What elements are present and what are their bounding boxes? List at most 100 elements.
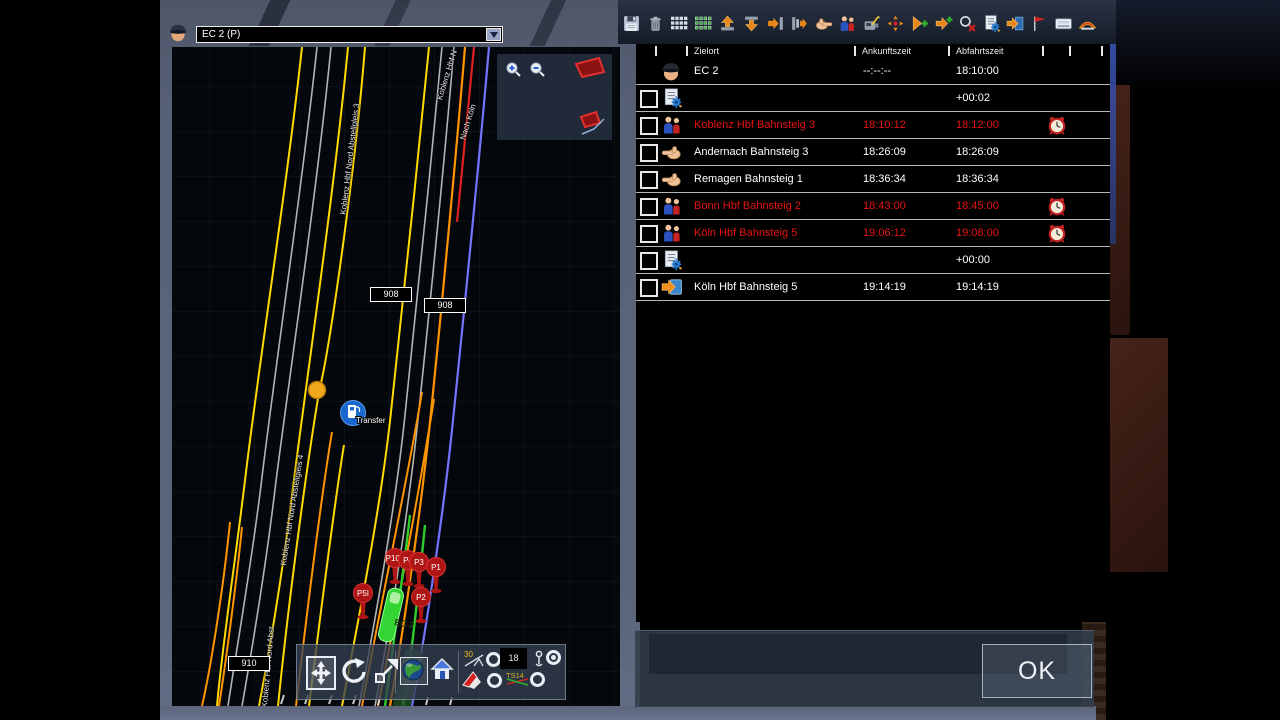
driver-avatar [166, 20, 190, 44]
marker-radio[interactable] [546, 650, 561, 665]
cell-abf: 18:45:00 [956, 193, 999, 219]
timetable-row[interactable]: Köln Hbf Bahnsteig 519:14:1919:14:19 [636, 274, 1110, 301]
timetable-row[interactable]: Andernach Bahnsteig 318:26:0918:26:09 [636, 139, 1110, 166]
waypoint-dot[interactable] [309, 382, 326, 399]
cell-ank: 18:26:09 [863, 139, 906, 165]
zoom-in-button[interactable] [505, 61, 523, 79]
flag-icon[interactable] [1030, 11, 1049, 35]
minimap-overlay [497, 54, 612, 140]
ok-button[interactable]: OK [982, 644, 1092, 698]
column-abfahrtszeit: Abfahrtszeit [956, 46, 1004, 56]
raise-icon[interactable] [718, 11, 737, 35]
grid-green-icon[interactable] [694, 11, 713, 35]
row-checkbox[interactable] [640, 252, 658, 270]
destination-icon [661, 275, 683, 304]
hud-divider [458, 651, 459, 693]
cell-ank: 18:10:12 [863, 112, 906, 138]
cell-ank: 19:06:12 [863, 220, 906, 246]
background-building [1104, 338, 1168, 572]
waypoint-hand-icon[interactable] [814, 11, 833, 35]
row-checkbox[interactable] [640, 198, 658, 216]
compass-icon [461, 669, 485, 696]
row-checkbox[interactable] [640, 279, 658, 297]
timetable-row[interactable]: Koblenz Hbf Bahnsteig 318:10:1218:12:00 [636, 112, 1110, 139]
row-checkbox[interactable] [640, 144, 658, 162]
add-driver-icon[interactable] [910, 11, 929, 35]
gradient-radio[interactable] [486, 652, 501, 667]
timetable-row[interactable]: EC 2--:--:--18:10:00 [636, 58, 1110, 85]
home-view-button[interactable] [430, 657, 454, 688]
timetable-row[interactable]: +00:02 [636, 85, 1110, 112]
row-checkbox[interactable] [640, 90, 658, 108]
cell-abf: 18:26:09 [956, 139, 999, 165]
insert-after-icon[interactable] [790, 11, 809, 35]
signal-label[interactable]: 908 [424, 298, 466, 313]
refuel-icon[interactable] [862, 11, 881, 35]
platform-marker[interactable]: P1 [427, 558, 446, 594]
timetable-panel: Zielort Ankunftszeit Abfahrtszeit EC 2--… [636, 44, 1110, 622]
cell-abf: 18:36:34 [956, 166, 999, 192]
track-lines: EC 2 Transfer P104 P4 P3 [172, 47, 620, 706]
timetable-row[interactable]: Bonn Hbf Bahnsteig 218:43:0018:45:00 [636, 193, 1110, 220]
timetable-row[interactable]: +00:00 [636, 247, 1110, 274]
signal-label[interactable]: 910 [228, 656, 270, 671]
cell-abf: +00:02 [956, 85, 990, 111]
passengers-icon [661, 194, 683, 223]
lower-icon[interactable] [742, 11, 761, 35]
cell-ziel: Remagen Bahnsteig 1 [694, 166, 803, 192]
passengers-icon[interactable] [838, 11, 857, 35]
late-clock-icon [1046, 114, 1068, 140]
main-toolbar [622, 9, 1114, 37]
hand-icon [661, 140, 683, 169]
keypad-icon[interactable] [1054, 11, 1073, 35]
instructions-icon[interactable] [982, 11, 1001, 35]
world-view-button[interactable] [400, 657, 428, 685]
driver-icon [658, 58, 684, 88]
svg-text:P5I: P5I [357, 589, 369, 598]
cell-ank: --:--:-- [863, 58, 891, 84]
signal-label[interactable]: 908 [370, 287, 412, 302]
map-hud: 30 18 TS14 [296, 644, 566, 700]
passengers-icon [661, 221, 683, 250]
row-checkbox[interactable] [640, 171, 658, 189]
hud-divider [395, 651, 396, 693]
insert-before-icon[interactable] [766, 11, 785, 35]
pan-tool-button[interactable] [306, 656, 336, 690]
late-clock-icon [1046, 195, 1068, 221]
rotate-tool-button[interactable] [340, 656, 368, 691]
cell-ank: 18:36:34 [863, 166, 906, 192]
track-map[interactable]: EC 2 Transfer P104 P4 P3 [172, 47, 620, 706]
add-service-icon[interactable] [934, 11, 953, 35]
cell-abf: 18:10:00 [956, 58, 999, 84]
save-icon[interactable] [622, 11, 641, 35]
backdrop-bottom [160, 706, 1096, 720]
counter-value[interactable]: 18 [500, 648, 527, 669]
platform-marker[interactable]: P5I [354, 584, 373, 620]
chevron-down-icon[interactable] [486, 28, 501, 41]
timetable-row[interactable]: Remagen Bahnsteig 1 18:36:34 18:36:34 [636, 166, 1110, 193]
zoom-out-button[interactable] [529, 61, 547, 79]
portal-icon[interactable] [1078, 11, 1097, 35]
service-selector[interactable]: EC 2 (P) [196, 26, 503, 43]
ts-marker-icon: TS14 [504, 669, 532, 693]
compass-radio[interactable] [487, 673, 502, 688]
late-clock-icon [1046, 222, 1068, 248]
svg-text:TS14: TS14 [506, 671, 524, 680]
clear-search-icon[interactable] [958, 11, 977, 35]
go-to-icon[interactable] [1006, 11, 1025, 35]
scatter-icon[interactable] [886, 11, 905, 35]
cell-ziel: Koblenz Hbf Bahnsteig 3 [694, 112, 815, 138]
ts-marker-radio[interactable] [530, 672, 545, 687]
cell-abf: 19:14:19 [956, 274, 999, 300]
train-ec2[interactable] [377, 587, 405, 643]
row-checkbox[interactable] [640, 225, 658, 243]
service-selector-value: EC 2 (P) [202, 29, 240, 40]
row-checkbox[interactable] [640, 117, 658, 135]
dialog-panel: OK [635, 630, 1094, 707]
move-tool-button[interactable] [373, 655, 401, 690]
train-label: EC 2 [394, 617, 415, 630]
timetable-row[interactable]: Köln Hbf Bahnsteig 519:06:1219:08:00 [636, 220, 1110, 247]
timetable-header: Zielort Ankunftszeit Abfahrtszeit [636, 44, 1110, 58]
grid-white-icon[interactable] [670, 11, 689, 35]
delete-icon[interactable] [646, 11, 665, 35]
